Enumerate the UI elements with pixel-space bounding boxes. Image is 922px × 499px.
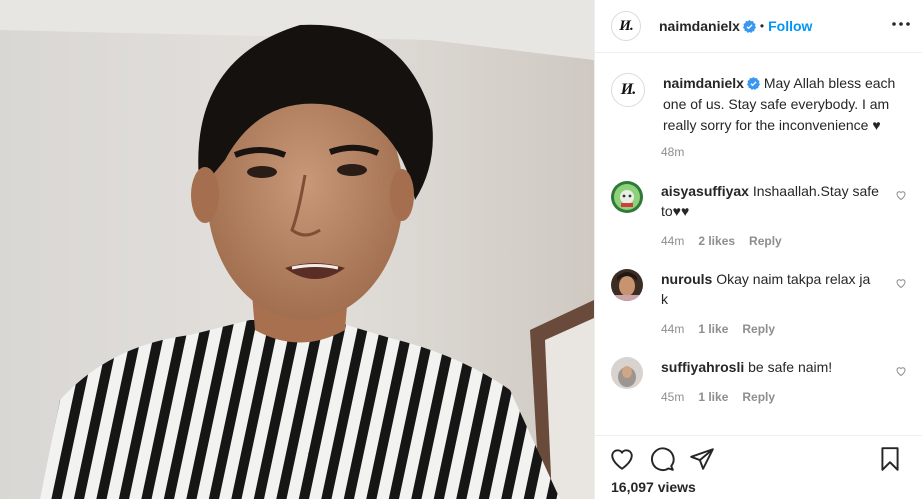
- commenter-avatar-image: [611, 357, 643, 389]
- comment-body: nurouls Okay naim takpa relax ja k 44m 1…: [661, 269, 879, 339]
- comment-username[interactable]: suffiyahrosli: [661, 359, 744, 375]
- post-header: И. naimdanielx • Follow: [595, 0, 922, 53]
- like-comment-heart-icon[interactable]: [895, 277, 907, 289]
- author-username[interactable]: naimdanielx: [659, 18, 740, 34]
- caption-username[interactable]: naimdanielx: [663, 75, 744, 91]
- bookmark-icon[interactable]: [877, 446, 903, 472]
- comment-time[interactable]: 44m: [661, 319, 684, 339]
- comment-body: suffiyahrosli be safe naim! 45m 1 like R…: [661, 357, 879, 407]
- comment-body: aisyasuffiyax Inshaallah.Stay safe to♥♥ …: [661, 181, 879, 251]
- commenter-avatar[interactable]: [611, 181, 643, 213]
- share-icon[interactable]: [689, 446, 715, 472]
- verified-badge-icon: [742, 19, 756, 33]
- comment-item: aisyasuffiyax Inshaallah.Stay safe to♥♥ …: [611, 181, 907, 251]
- commenter-avatar-image: [611, 269, 643, 301]
- comment-time[interactable]: 44m: [661, 231, 684, 251]
- comment-likes[interactable]: 2 likes: [698, 231, 735, 251]
- post-video[interactable]: [0, 0, 594, 499]
- comment-likes[interactable]: 1 like: [698, 319, 728, 339]
- commenter-avatar[interactable]: [611, 269, 643, 301]
- post-caption: И. naimdanielx May Allah bless each one …: [611, 73, 907, 159]
- comment-username[interactable]: nurouls: [661, 271, 712, 287]
- view-count[interactable]: 16,097 views: [611, 479, 696, 495]
- comment-item: nurouls Okay naim takpa relax ja k 44m 1…: [611, 269, 907, 339]
- follow-button[interactable]: Follow: [768, 18, 812, 34]
- header-separator: •: [759, 19, 765, 33]
- comment-time[interactable]: 45m: [661, 387, 684, 407]
- caption-timestamp[interactable]: 48m: [661, 145, 684, 159]
- like-comment-heart-icon[interactable]: [895, 189, 907, 201]
- heart-icon[interactable]: [609, 446, 635, 472]
- post-side-panel: И. naimdanielx • Follow И. naimdanielx M…: [594, 0, 922, 499]
- reply-button[interactable]: Reply: [742, 319, 775, 339]
- reply-button[interactable]: Reply: [742, 387, 775, 407]
- comment-username[interactable]: aisyasuffiyax: [661, 183, 749, 199]
- video-frame-image: [0, 0, 594, 499]
- comment-item: suffiyahrosli be safe naim! 45m 1 like R…: [611, 357, 907, 407]
- author-avatar[interactable]: И.: [611, 11, 641, 41]
- comment-icon[interactable]: [649, 446, 675, 472]
- caption-author-avatar[interactable]: И.: [611, 73, 645, 107]
- author-logo-text: И.: [619, 17, 633, 34]
- like-comment-heart-icon[interactable]: [895, 365, 907, 377]
- comment-text: be safe naim!: [748, 359, 833, 375]
- instagram-post-viewer: И. naimdanielx • Follow И. naimdanielx M…: [0, 0, 922, 499]
- comments-list[interactable]: И. naimdanielx May Allah bless each one …: [595, 53, 922, 435]
- more-options-icon[interactable]: [889, 12, 913, 36]
- post-action-bar: 16,097 views: [595, 435, 922, 499]
- caption-logo-text: И.: [620, 81, 636, 98]
- comment-likes[interactable]: 1 like: [698, 387, 728, 407]
- verified-badge-icon: [746, 77, 760, 90]
- commenter-avatar[interactable]: [611, 357, 643, 389]
- caption-body: naimdanielx May Allah bless each one of …: [663, 73, 903, 136]
- reply-button[interactable]: Reply: [749, 231, 782, 251]
- commenter-avatar-image: [611, 181, 643, 213]
